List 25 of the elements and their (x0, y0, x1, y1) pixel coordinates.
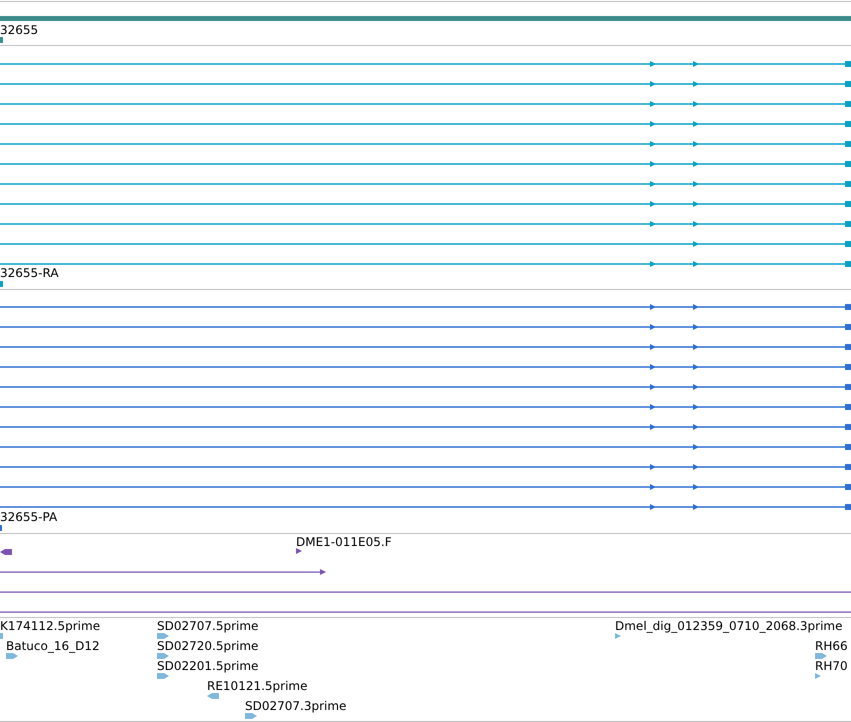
feature-label: K174112.5prime (0, 619, 100, 633)
forward-arrow-icon (6, 653, 18, 659)
forward-arrow-icon (815, 673, 821, 679)
feature-label: SD02707.3prime (245, 699, 346, 713)
feature-label: Dmel_dig_012359_0710_2068.3prime (615, 619, 843, 633)
forward-arrow-icon (157, 633, 169, 639)
feature-label: 32655-PA (0, 510, 58, 524)
feature-label: SD02720.5prime (157, 639, 258, 653)
forward-arrow-icon (615, 633, 621, 639)
feature-label: SD02201.5prime (157, 659, 258, 673)
feature-label: RH66 (815, 639, 848, 653)
forward-arrow-icon (245, 713, 257, 719)
forward-arrow-icon (157, 653, 169, 659)
feature-label: 32655-RA (0, 266, 59, 280)
feature-label: 32655 (0, 23, 38, 37)
forward-arrow-icon (296, 548, 302, 554)
feature-label: RE10121.5prime (207, 679, 308, 693)
feature-label: DME1-011E05.F (296, 535, 392, 549)
reverse-arrow-icon (207, 693, 219, 699)
forward-arrow-icon (815, 653, 827, 659)
forward-arrow-icon (157, 673, 169, 679)
feature-label: Batuco_16_D12 (6, 639, 100, 653)
feature-label: SD02707.5prime (157, 619, 258, 633)
feature-label: RH70 (815, 659, 848, 673)
feature-marker (0, 37, 3, 43)
